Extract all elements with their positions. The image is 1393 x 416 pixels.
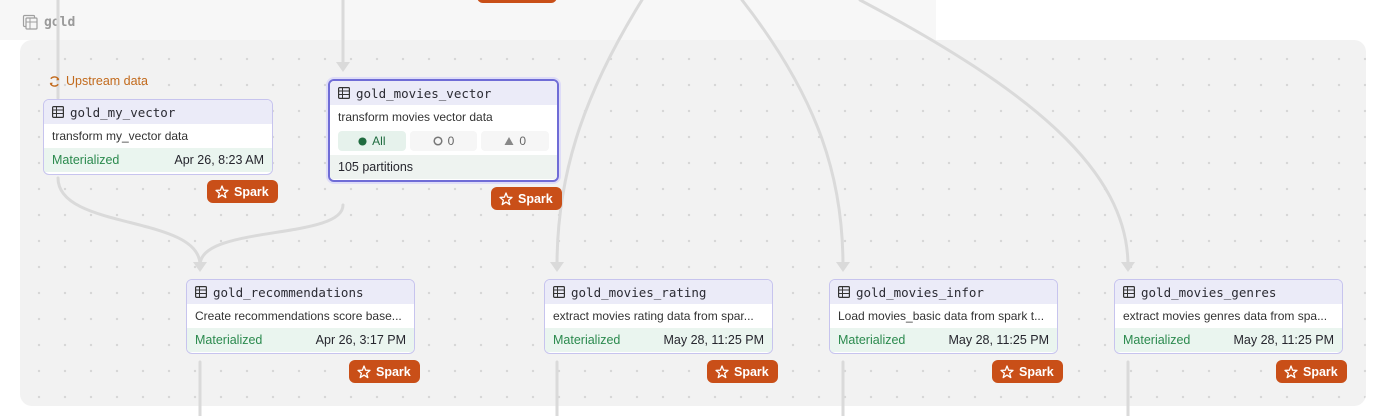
group-label[interactable]: gold [22,14,75,30]
spark-badge[interactable]: Spark [491,187,562,210]
triangle-icon [504,137,514,145]
spark-badge-label: Spark [1019,364,1054,379]
materialized-timestamp[interactable]: May 28, 11:25 PM [663,333,764,347]
node-header: gold_movies_vector [330,81,557,105]
materialized-timestamp[interactable]: May 28, 11:25 PM [948,333,1049,347]
offscreen-spark-badge[interactable] [477,0,557,3]
node-description: extract movies genres data from spa... [1123,309,1328,323]
spark-badge[interactable]: Spark [992,360,1063,383]
asset-node-gold-my-vector[interactable]: gold_my_vector transform my_vector data … [43,99,273,175]
node-status-row: Materialized May 28, 11:25 PM [545,328,772,352]
materialized-status: Materialized [1123,333,1191,347]
materialized-status: Materialized [838,333,906,347]
asset-node-gold-movies-infor[interactable]: gold_movies_infor Load movies_basic data… [829,279,1058,354]
node-header: gold_movies_infor [830,280,1057,304]
spark-icon [1284,364,1298,378]
spark-icon [215,184,229,198]
node-title: gold_my_vector [70,104,176,120]
spark-badge[interactable]: Spark [207,180,278,203]
table-icon [52,106,64,118]
node-title: gold_movies_rating [571,284,707,300]
node-title: gold_movies_vector [356,85,492,101]
filled-dot-icon [358,136,367,146]
node-status-row: Materialized May 28, 11:25 PM [830,328,1057,352]
filter-all-button[interactable]: All [338,131,406,151]
materialized-timestamp[interactable]: Apr 26, 8:23 AM [174,153,264,167]
node-title: gold_movies_infor [856,284,984,300]
node-description: Create recommendations score base... [195,309,402,323]
table-icon [838,286,850,298]
node-description: Load movies_basic data from spark t... [838,309,1045,323]
filter-failed-count: 0 [519,134,527,148]
group-label-text: gold [44,14,76,30]
filter-all-label: All [372,134,386,148]
node-title: gold_recommendations [213,284,364,300]
spark-icon [715,364,729,378]
ring-icon [433,136,443,146]
node-description: transform movies vector data [338,110,493,124]
node-status-row: Materialized May 28, 11:25 PM [1115,328,1342,352]
table-icon [1123,286,1135,298]
node-header: gold_my_vector [44,100,272,124]
spark-badge-label: Spark [518,191,553,206]
table-icon [195,286,207,298]
spark-badge-label: Spark [376,364,411,379]
spark-badge-label: Spark [734,364,769,379]
spark-badge[interactable]: Spark [349,360,420,383]
filter-failed-button[interactable]: 0 [481,131,550,151]
materialized-status: Materialized [52,153,120,167]
materialized-timestamp[interactable]: May 28, 11:25 PM [1233,333,1334,347]
node-status-row: Materialized Apr 26, 3:17 PM [187,328,414,352]
node-title: gold_movies_genres [1141,284,1277,300]
spark-icon [357,364,371,378]
asset-node-gold-recommendations[interactable]: gold_recommendations Create recommendati… [186,279,415,354]
node-status-row: Materialized Apr 26, 8:23 AM [44,148,272,172]
spark-badge-label: Spark [1303,364,1338,379]
materialized-timestamp[interactable]: Apr 26, 3:17 PM [316,333,406,347]
spark-icon [1000,364,1014,378]
node-header: gold_movies_rating [545,280,772,304]
spark-badge[interactable]: Spark [1276,360,1347,383]
node-description: transform my_vector data [52,129,189,143]
partitions-count: 105 partitions [330,155,557,179]
node-header: gold_recommendations [187,280,414,304]
group-icon [22,14,38,30]
upstream-data-link[interactable]: Upstream data [48,74,148,88]
upstream-label: Upstream data [66,74,148,88]
table-icon [338,87,350,99]
filter-missing-button[interactable]: 0 [409,131,478,151]
canvas-background [0,0,936,40]
spark-badge[interactable]: Spark [707,360,778,383]
table-icon [553,286,565,298]
asset-node-gold-movies-rating[interactable]: gold_movies_rating extract movies rating… [544,279,773,354]
sync-icon [49,75,60,87]
asset-node-gold-movies-genres[interactable]: gold_movies_genres extract movies genres… [1114,279,1343,354]
node-description: extract movies rating data from spar... [553,309,754,323]
filter-missing-count: 0 [447,134,455,148]
asset-node-gold-movies-vector[interactable]: gold_movies_vector transform movies vect… [328,79,559,182]
spark-badge-label: Spark [234,184,269,199]
materialized-status: Materialized [553,333,621,347]
node-header: gold_movies_genres [1115,280,1342,304]
materialized-status: Materialized [195,333,263,347]
partition-filter-row: All 0 0 [330,129,557,155]
spark-icon [499,191,513,205]
